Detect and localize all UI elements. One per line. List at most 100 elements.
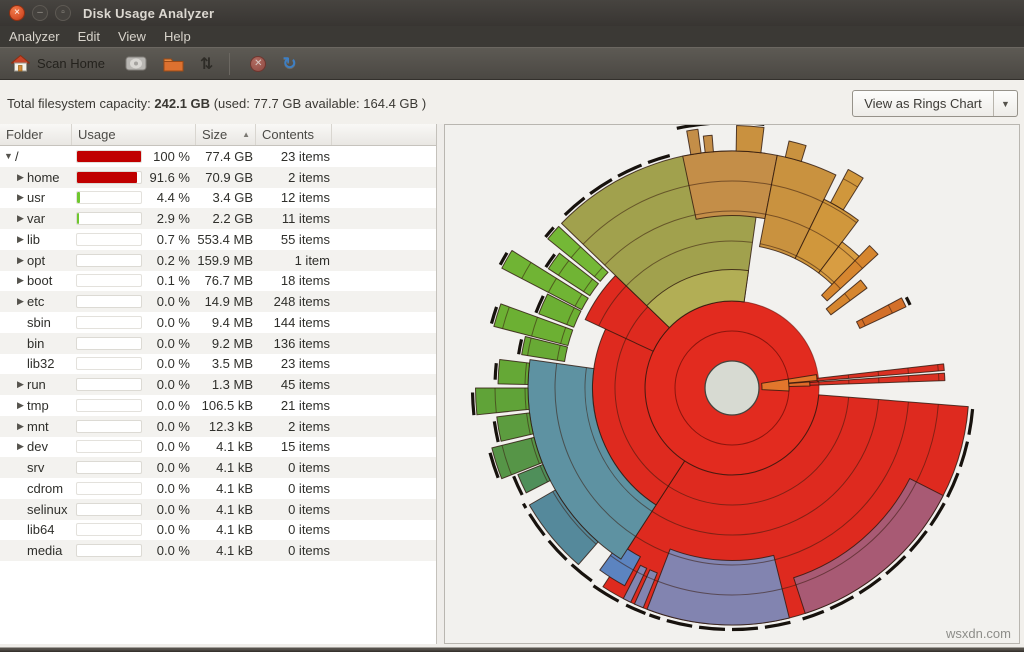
folder-name: sbin bbox=[27, 315, 51, 330]
toolbar-separator bbox=[229, 53, 230, 75]
table-row[interactable]: ▶home91.6 %70.9 GB2 items bbox=[0, 167, 436, 188]
ring-segment[interactable] bbox=[647, 549, 789, 625]
expander-collapsed-icon[interactable]: ▶ bbox=[14, 213, 27, 224]
rings-chart-panel: wsxdn.com bbox=[444, 124, 1020, 644]
menu-item-analyzer[interactable]: Analyzer bbox=[0, 27, 69, 46]
ring-segment[interactable] bbox=[736, 126, 764, 153]
scan-home-button[interactable]: Scan Home bbox=[5, 52, 111, 75]
usage-bar bbox=[76, 171, 142, 184]
view-mode-select[interactable]: View as Rings Chart ▼ bbox=[852, 90, 1018, 117]
table-row[interactable]: bin0.0 %9.2 MB136 items bbox=[0, 333, 436, 354]
contents-value: 1 item bbox=[256, 253, 332, 268]
table-row[interactable]: selinux0.0 %4.1 kB0 items bbox=[0, 499, 436, 520]
rings-chart[interactable] bbox=[445, 125, 1019, 643]
ring-segment[interactable] bbox=[687, 129, 701, 154]
info-bar: Total filesystem capacity: 242.1 GB (use… bbox=[0, 80, 1024, 124]
folder-name: media bbox=[27, 543, 62, 558]
refresh-button[interactable]: ↻ bbox=[276, 51, 302, 77]
table-row[interactable]: cdrom0.0 %4.1 kB0 items bbox=[0, 478, 436, 499]
menu-item-view[interactable]: View bbox=[109, 27, 155, 46]
folder-name: usr bbox=[27, 190, 45, 205]
ring-segment[interactable] bbox=[476, 388, 530, 415]
table-row[interactable]: ▶lib0.7 %553.4 MB55 items bbox=[0, 229, 436, 250]
usage-percent: 0.0 % bbox=[142, 439, 196, 454]
column-header-size[interactable]: Size ▲ bbox=[196, 124, 256, 145]
table-row[interactable]: lib640.0 %4.1 kB0 items bbox=[0, 520, 436, 541]
stop-button[interactable]: ✕ bbox=[244, 53, 272, 75]
folder-name: tmp bbox=[27, 398, 49, 413]
table-row[interactable]: lib320.0 %3.5 MB23 items bbox=[0, 354, 436, 375]
menu-bar: AnalyzerEditViewHelp bbox=[0, 26, 1024, 47]
contents-value: 2 items bbox=[256, 170, 332, 185]
expander-collapsed-icon[interactable]: ▶ bbox=[14, 421, 27, 432]
contents-value: 0 items bbox=[256, 502, 332, 517]
ring-segment[interactable] bbox=[785, 141, 806, 161]
menu-item-help[interactable]: Help bbox=[155, 27, 200, 46]
menu-item-edit[interactable]: Edit bbox=[69, 27, 109, 46]
table-row[interactable]: ▶opt0.2 %159.9 MB1 item bbox=[0, 250, 436, 271]
table-row[interactable]: media0.0 %4.1 kB0 items bbox=[0, 540, 436, 561]
table-row[interactable]: ▶dev0.0 %4.1 kB15 items bbox=[0, 437, 436, 458]
contents-value: 2 items bbox=[256, 419, 332, 434]
table-row[interactable]: ▶mnt0.0 %12.3 kB2 items bbox=[0, 416, 436, 437]
usage-bar bbox=[76, 503, 142, 516]
scan-filesystem-button[interactable] bbox=[119, 52, 153, 75]
usage-bar bbox=[76, 316, 142, 329]
column-header-contents[interactable]: Contents bbox=[256, 124, 332, 145]
contents-value: 0 items bbox=[256, 481, 332, 496]
up-down-arrows-icon: ⇅ bbox=[200, 54, 213, 73]
table-row[interactable]: srv0.0 %4.1 kB0 items bbox=[0, 457, 436, 478]
table-row[interactable]: ▶usr4.4 %3.4 GB12 items bbox=[0, 188, 436, 209]
expander-collapsed-icon[interactable]: ▶ bbox=[14, 296, 27, 307]
table-row[interactable]: ▶boot0.1 %76.7 MB18 items bbox=[0, 271, 436, 292]
usage-percent: 0.0 % bbox=[142, 460, 196, 475]
table-row[interactable]: sbin0.0 %9.4 MB144 items bbox=[0, 312, 436, 333]
usage-bar bbox=[76, 482, 142, 495]
chevron-down-icon: ▼ bbox=[993, 91, 1017, 116]
column-header-filler bbox=[332, 124, 436, 145]
table-row[interactable]: ▶etc0.0 %14.9 MB248 items bbox=[0, 291, 436, 312]
minimize-button-icon[interactable]: – bbox=[32, 5, 48, 21]
expander-collapsed-icon[interactable]: ▶ bbox=[14, 379, 27, 390]
size-value: 4.1 kB bbox=[196, 439, 256, 454]
scan-home-label: Scan Home bbox=[37, 56, 105, 71]
pane-divider[interactable] bbox=[437, 124, 444, 644]
scan-folder-button[interactable] bbox=[157, 53, 190, 75]
ring-segment[interactable] bbox=[683, 151, 777, 219]
table-row[interactable]: ▶tmp0.0 %106.5 kB21 items bbox=[0, 395, 436, 416]
size-value: 70.9 GB bbox=[196, 170, 256, 185]
size-value: 106.5 kB bbox=[196, 398, 256, 413]
contents-value: 15 items bbox=[256, 439, 332, 454]
expander-expanded-icon[interactable]: ▼ bbox=[2, 151, 15, 161]
contents-value: 0 items bbox=[256, 460, 332, 475]
column-header-folder[interactable]: Folder bbox=[0, 124, 72, 145]
table-row[interactable]: ▶run0.0 %1.3 MB45 items bbox=[0, 374, 436, 395]
usage-percent: 0.0 % bbox=[142, 522, 196, 537]
ring-segment[interactable] bbox=[703, 135, 713, 152]
contents-value: 12 items bbox=[256, 190, 332, 205]
maximize-button-icon[interactable]: ▫ bbox=[55, 5, 71, 21]
contents-value: 144 items bbox=[256, 315, 332, 330]
folder-name: var bbox=[27, 211, 45, 226]
expander-collapsed-icon[interactable]: ▶ bbox=[14, 192, 27, 203]
folder-name: lib64 bbox=[27, 522, 54, 537]
folder-name: / bbox=[15, 149, 19, 164]
size-value: 4.1 kB bbox=[196, 522, 256, 537]
table-row[interactable]: ▼/100 %77.4 GB23 items bbox=[0, 146, 436, 167]
expander-collapsed-icon[interactable]: ▶ bbox=[14, 234, 27, 245]
close-button-icon[interactable]: × bbox=[9, 5, 25, 21]
expander-collapsed-icon[interactable]: ▶ bbox=[14, 275, 27, 286]
column-header-usage[interactable]: Usage bbox=[72, 124, 196, 145]
expander-collapsed-icon[interactable]: ▶ bbox=[14, 441, 27, 452]
view-mode-value: View as Rings Chart bbox=[853, 96, 993, 111]
ring-segment[interactable] bbox=[497, 413, 533, 441]
contents-value: 0 items bbox=[256, 543, 332, 558]
expander-collapsed-icon[interactable]: ▶ bbox=[14, 255, 27, 266]
size-value: 77.4 GB bbox=[196, 149, 256, 164]
chart-center-root[interactable] bbox=[705, 361, 759, 415]
usage-percent: 0.0 % bbox=[142, 543, 196, 558]
table-row[interactable]: ▶var2.9 %2.2 GB11 items bbox=[0, 208, 436, 229]
expander-collapsed-icon[interactable]: ▶ bbox=[14, 400, 27, 411]
scan-remote-button[interactable]: ⇅ bbox=[194, 51, 219, 76]
expander-collapsed-icon[interactable]: ▶ bbox=[14, 172, 27, 183]
